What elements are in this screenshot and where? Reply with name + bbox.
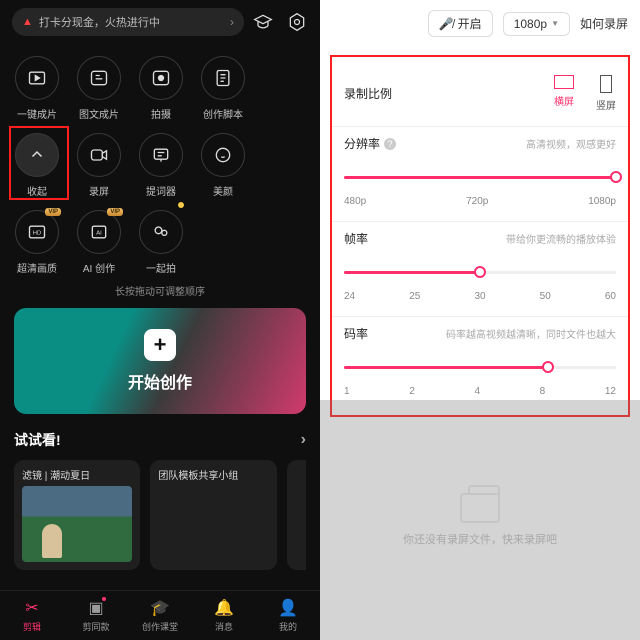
create-label: 开始创作 xyxy=(128,369,192,393)
nav-message[interactable]: 🔔消息 xyxy=(192,591,256,640)
nav-class[interactable]: 🎓创作课堂 xyxy=(128,591,192,640)
vip-badge: VIP xyxy=(107,208,123,216)
resolution-label: 分辨率 xyxy=(344,135,380,152)
portrait-icon xyxy=(600,75,612,93)
template-icon: ▣ xyxy=(88,598,103,618)
cell-onekey[interactable]: 一键成片 xyxy=(6,50,68,127)
cell-together[interactable]: 一起拍 xyxy=(130,204,192,281)
card-more[interactable] xyxy=(287,460,306,570)
bitrate-sub: 码率越高视频越清晰，同时文件也越大 xyxy=(446,326,616,341)
vip-badge: VIP xyxy=(45,208,61,216)
cell-textvideo[interactable]: 图文成片 xyxy=(68,50,130,127)
promo-pill[interactable]: ▲ 打卡分现金，火热进行中 › xyxy=(12,8,244,36)
empty-text: 你还没有录屏文件，快来录屏吧 xyxy=(403,531,557,547)
card-thumb xyxy=(22,486,132,562)
card-title: 滤镜 | 潮动夏日 xyxy=(14,460,140,486)
fps-sub: 带给你更流畅的播放体验 xyxy=(506,231,616,246)
plus-icon: + xyxy=(144,329,176,361)
promo-text: 打卡分现金，火热进行中 xyxy=(39,14,160,30)
mic-open-button[interactable]: 🎤̸ 开启 xyxy=(428,10,493,37)
nav-same[interactable]: ▣剪同款 xyxy=(64,591,128,640)
chevron-right-icon: › xyxy=(230,15,234,29)
disabled-overlay: 你还没有录屏文件，快来录屏吧 xyxy=(320,400,640,640)
help-icon[interactable]: ? xyxy=(384,138,396,150)
res-chip-label: 1080p xyxy=(514,17,547,31)
open-label: 开启 xyxy=(458,15,482,32)
svg-text:HD: HD xyxy=(33,231,41,237)
chevron-right-icon[interactable]: › xyxy=(301,431,306,449)
person-icon: 👤 xyxy=(278,598,298,618)
card-filter[interactable]: 滤镜 | 潮动夏日 xyxy=(14,460,140,570)
cell-script[interactable]: 创作脚本 xyxy=(192,50,254,127)
card-title: 团队模板共享小组 xyxy=(150,460,276,486)
cell-shoot[interactable]: 拍摄 xyxy=(130,50,192,127)
fire-icon: ▲ xyxy=(22,16,33,28)
resolution-slider[interactable] xyxy=(344,170,616,194)
graduation-icon[interactable] xyxy=(252,11,274,33)
cell-record[interactable]: 录屏 xyxy=(68,127,130,204)
notify-dot xyxy=(102,597,106,601)
empty-box-icon xyxy=(460,493,500,523)
record-highlight-box xyxy=(9,126,69,200)
scissors-icon: ✂ xyxy=(25,598,38,618)
orient-horizontal[interactable]: 横屏 xyxy=(554,75,574,112)
bottom-nav: ✂剪辑 ▣剪同款 🎓创作课堂 🔔消息 👤我的 xyxy=(0,590,320,640)
reorder-hint: 长按拖动可调整顺序 xyxy=(0,283,320,298)
notify-dot xyxy=(178,202,184,208)
card-team[interactable]: 团队模板共享小组 xyxy=(150,460,276,570)
ratio-label: 录制比例 xyxy=(344,85,392,102)
bitrate-label: 码率 xyxy=(344,325,368,342)
nav-me[interactable]: 👤我的 xyxy=(256,591,320,640)
fps-slider[interactable] xyxy=(344,265,616,289)
mic-off-icon: 🎤̸ xyxy=(439,17,454,31)
resolution-chip[interactable]: 1080p ▼ xyxy=(503,12,570,36)
cell-hd[interactable]: VIPHD超清画质 xyxy=(6,204,68,281)
gear-icon[interactable] xyxy=(286,11,308,33)
cell-beauty[interactable]: 美颜 xyxy=(192,127,254,204)
try-heading: 试试看! xyxy=(14,430,61,450)
graduation-icon: 🎓 xyxy=(150,598,170,618)
bell-icon: 🔔 xyxy=(214,598,234,618)
nav-edit[interactable]: ✂剪辑 xyxy=(0,591,64,640)
bitrate-slider[interactable] xyxy=(344,360,616,384)
chevron-down-icon: ▼ xyxy=(551,19,559,28)
landscape-icon xyxy=(554,75,574,89)
cell-ai[interactable]: VIPAIAI 创作 xyxy=(68,204,130,281)
fps-label: 帧率 xyxy=(344,230,368,247)
cell-teleprompter[interactable]: 提词器 xyxy=(130,127,192,204)
start-create-button[interactable]: + 开始创作 xyxy=(14,308,306,414)
record-settings-panel: 录制比例 横屏 竖屏 分辨率 ? 高清视频，观感更好 480p 720 xyxy=(330,55,630,417)
orient-vertical[interactable]: 竖屏 xyxy=(596,75,616,112)
howto-link[interactable]: 如何录屏 xyxy=(580,15,628,32)
svg-text:AI: AI xyxy=(96,231,102,237)
resolution-sub: 高清视频，观感更好 xyxy=(526,136,616,151)
